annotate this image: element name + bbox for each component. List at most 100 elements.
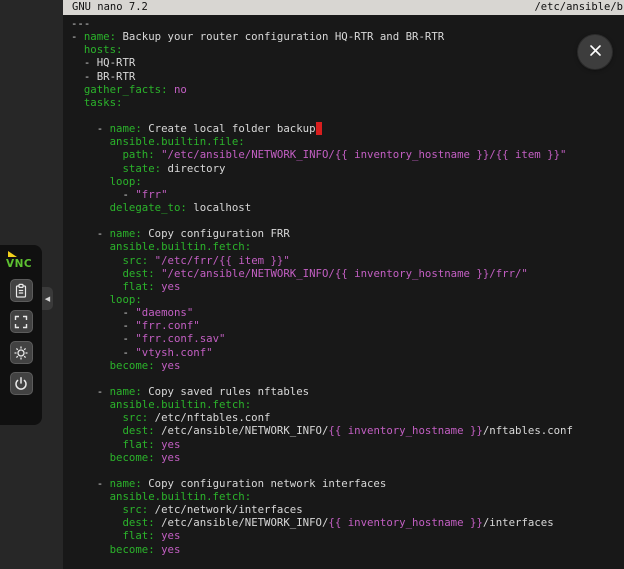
code-segment: "frr.conf" [135, 319, 199, 332]
code-segment: loop: [110, 175, 142, 188]
code-segment: --- [71, 17, 90, 30]
code-segment: no [174, 83, 187, 96]
fullscreen-button[interactable] [10, 310, 33, 333]
code-segment: ansible.builtin.fetch: [110, 490, 252, 503]
code-segment: directory [161, 162, 225, 175]
code-segment: flat: [122, 280, 154, 293]
code-segment: ansible.builtin.file: [110, 135, 245, 148]
code-segment: loop: [110, 293, 142, 306]
editor-line: flat: yes [71, 438, 624, 451]
code-segment [71, 267, 122, 280]
editor-line: become: yes [71, 543, 624, 556]
code-segment [71, 148, 122, 161]
editor-line: tasks: [71, 96, 624, 109]
editor-line: become: yes [71, 359, 624, 372]
code-segment [71, 135, 110, 148]
code-segment [71, 529, 122, 542]
power-icon [13, 376, 29, 392]
editor-line: dest: "/etc/ansible/NETWORK_INFO/{{ inve… [71, 267, 624, 280]
nano-titlebar: GNU nano 7.2 /etc/ansible/b [63, 0, 624, 15]
novnc-logo-accent-icon [8, 251, 17, 257]
novnc-logo: VNC [6, 251, 36, 270]
editor-line: - name: Copy saved rules nftables [71, 385, 624, 398]
editor-line: gather_facts: no [71, 83, 624, 96]
code-segment: /etc/network/interfaces [148, 503, 302, 516]
code-segment [71, 398, 110, 411]
code-segment: - [71, 477, 110, 490]
vnc-button-stack [10, 279, 33, 395]
editor-line: dest: /etc/ansible/NETWORK_INFO/{{ inven… [71, 516, 624, 529]
code-segment [71, 490, 110, 503]
code-segment: Copy configuration network interfaces [142, 477, 387, 490]
code-segment: src: [122, 503, 148, 516]
editor-line: src: /etc/network/interfaces [71, 503, 624, 516]
code-segment: name: [110, 385, 142, 398]
code-segment [71, 43, 84, 56]
editor-line: - "frr.conf" [71, 319, 624, 332]
editor-line: src: /etc/nftables.conf [71, 411, 624, 424]
code-segment: /etc/ansible/NETWORK_INFO/ [155, 424, 329, 437]
code-segment: name: [110, 477, 142, 490]
code-segment: {{ inventory_hostname }} [328, 516, 482, 529]
editor-line: ansible.builtin.fetch: [71, 240, 624, 253]
code-segment: flat: [122, 438, 154, 451]
clipboard-icon [13, 283, 29, 299]
code-segment: - [71, 346, 135, 359]
terminal-window: GNU nano 7.2 /etc/ansible/b ---- name: B… [63, 0, 624, 569]
settings-button[interactable] [10, 341, 33, 364]
code-segment: path: [122, 148, 154, 161]
editor-line: path: "/etc/ansible/NETWORK_INFO/{{ inve… [71, 148, 624, 161]
code-segment: become: [110, 543, 155, 556]
editor-line: - "frr" [71, 188, 624, 201]
code-segment: - HQ-RTR [71, 56, 135, 69]
code-segment: "frr" [135, 188, 167, 201]
fullscreen-icon [13, 314, 29, 330]
nano-editor-area[interactable]: ---- name: Backup your router configurat… [63, 15, 624, 556]
editor-line: - "daemons" [71, 306, 624, 319]
code-segment: - [71, 188, 135, 201]
power-button[interactable] [10, 372, 33, 395]
code-segment: yes [161, 438, 180, 451]
code-segment [71, 240, 110, 253]
code-segment: yes [161, 280, 180, 293]
editor-line: src: "/etc/frr/{{ item }}" [71, 254, 624, 267]
editor-line [71, 214, 624, 227]
code-segment [71, 175, 110, 188]
code-segment: Create local folder backup [142, 122, 316, 135]
code-segment: {{ inventory_hostname }} [328, 424, 482, 437]
novnc-logo-text: VNC [6, 258, 36, 270]
code-segment: Copy saved rules nftables [142, 385, 309, 398]
editor-line: state: directory [71, 162, 624, 175]
code-segment: /nftables.conf [483, 424, 573, 437]
close-icon [588, 43, 603, 62]
code-segment: src: [122, 254, 148, 267]
text-cursor [316, 122, 322, 135]
code-segment: - [71, 319, 135, 332]
editor-line: - name: Backup your router configuration… [71, 30, 624, 43]
vnc-control-panel: VNC [0, 245, 42, 425]
chevron-left-icon: ◀ [45, 295, 50, 303]
code-segment: tasks: [84, 96, 123, 109]
editor-line: - HQ-RTR [71, 56, 624, 69]
code-segment: yes [161, 451, 180, 464]
code-segment [71, 162, 122, 175]
code-segment [71, 451, 110, 464]
code-segment: - [71, 385, 110, 398]
code-segment [71, 254, 122, 267]
code-segment: hosts: [84, 43, 123, 56]
editor-line [71, 464, 624, 477]
editor-line: - name: Create local folder backup [71, 122, 624, 135]
code-segment: delegate_to: [110, 201, 187, 214]
code-segment [71, 359, 110, 372]
code-segment: yes [161, 359, 180, 372]
clipboard-button[interactable] [10, 279, 33, 302]
gear-icon [13, 345, 29, 361]
code-segment: "daemons" [135, 306, 193, 319]
code-segment: "frr.conf.sav" [135, 332, 225, 345]
panel-collapse-handle[interactable]: ◀ [42, 287, 53, 310]
editor-line: flat: yes [71, 280, 624, 293]
code-segment: - [71, 30, 84, 43]
code-segment: become: [110, 359, 155, 372]
close-button[interactable] [578, 35, 612, 69]
code-segment: dest: [122, 424, 154, 437]
